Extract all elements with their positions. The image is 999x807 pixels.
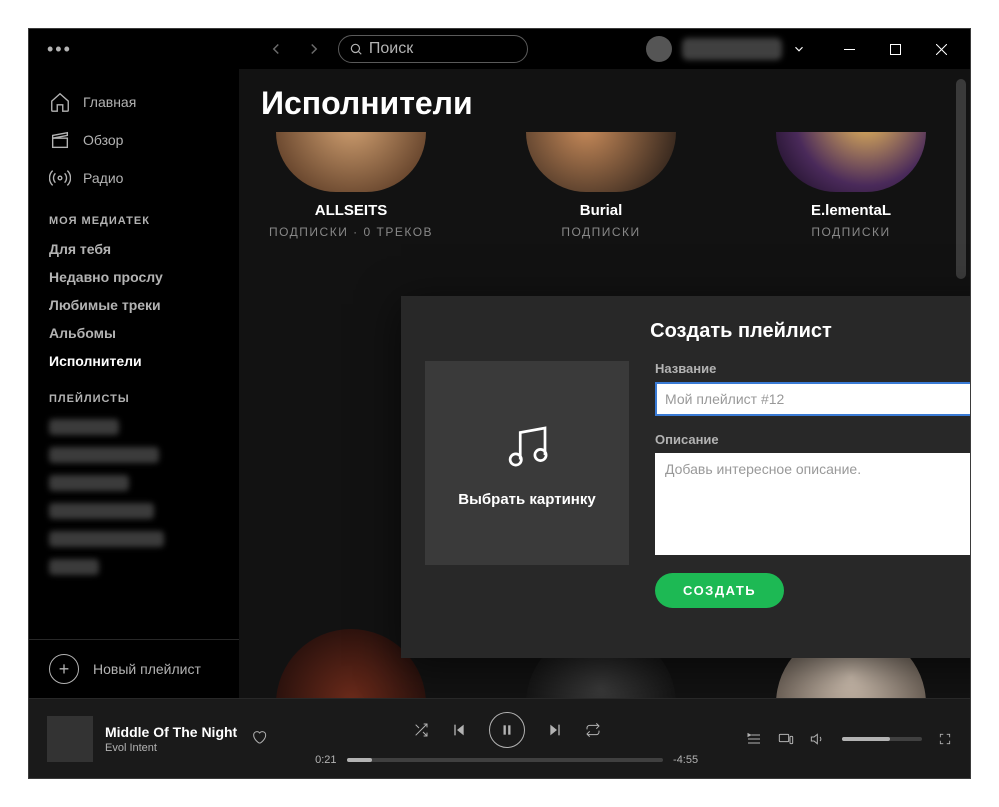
sidebar-item-radio[interactable]: Радио bbox=[29, 159, 239, 197]
next-button[interactable] bbox=[547, 722, 563, 738]
volume-button[interactable] bbox=[810, 731, 826, 747]
skip-back-icon bbox=[451, 722, 467, 738]
heart-icon bbox=[251, 729, 267, 745]
artist-name: E.lementaL bbox=[811, 202, 891, 219]
artist-card[interactable]: E.lementaL ПОДПИСКИ bbox=[761, 132, 941, 239]
track-title[interactable]: Middle Of The Night bbox=[105, 724, 237, 740]
description-label: Описание bbox=[655, 432, 970, 447]
seek-bar[interactable] bbox=[347, 758, 664, 762]
user-menu[interactable] bbox=[646, 36, 806, 62]
sidebar: Главная Обзор Радио МОЯ МЕДИАТЕК Для теб… bbox=[29, 69, 239, 698]
artist-card[interactable]: ALLSEITS ПОДПИСКИ · 0 ТРЕКОВ bbox=[261, 132, 441, 239]
scrollbar-thumb[interactable] bbox=[956, 79, 966, 279]
track-artist[interactable]: Evol Intent bbox=[105, 742, 237, 754]
app-menu-dots[interactable]: ••• bbox=[47, 39, 72, 60]
window-maximize-button[interactable] bbox=[872, 32, 918, 66]
playlist-item-blurred[interactable] bbox=[49, 447, 159, 463]
nav-forward-button[interactable] bbox=[300, 35, 328, 63]
avatar bbox=[646, 36, 672, 62]
artist-image bbox=[776, 132, 926, 192]
image-picker[interactable]: Выбрать картинку bbox=[425, 361, 629, 565]
shuffle-icon bbox=[413, 722, 429, 738]
playlist-item-blurred[interactable] bbox=[49, 419, 119, 435]
image-picker-label: Выбрать картинку bbox=[458, 491, 595, 508]
sidebar-item-home[interactable]: Главная bbox=[29, 83, 239, 121]
artist-subtitle: ПОДПИСКИ · 0 ТРЕКОВ bbox=[269, 225, 433, 239]
skip-forward-icon bbox=[547, 722, 563, 738]
window-minimize-button[interactable] bbox=[826, 32, 872, 66]
playlist-item-blurred[interactable] bbox=[49, 531, 164, 547]
home-icon bbox=[49, 91, 71, 113]
music-note-icon bbox=[500, 419, 554, 473]
library-item-for-you[interactable]: Для тебя bbox=[29, 235, 239, 263]
browse-icon bbox=[49, 129, 71, 151]
search-icon bbox=[349, 42, 363, 56]
remaining-time: -4:55 bbox=[673, 754, 698, 766]
create-button[interactable]: СОЗДАТЬ bbox=[655, 573, 784, 608]
playlist-description-input[interactable] bbox=[655, 453, 970, 555]
playlist-name-input[interactable] bbox=[655, 382, 970, 416]
artist-image bbox=[526, 132, 676, 192]
artist-name: ALLSEITS bbox=[315, 202, 388, 219]
artist-name: Burial bbox=[580, 202, 623, 219]
nav-label: Радио bbox=[83, 170, 123, 186]
playlist-item-blurred[interactable] bbox=[49, 503, 154, 519]
artist-subtitle: ПОДПИСКИ bbox=[811, 225, 890, 239]
nav-back-button[interactable] bbox=[262, 35, 290, 63]
like-button[interactable] bbox=[251, 729, 267, 748]
library-section-title: МОЯ МЕДИАТЕК bbox=[29, 197, 239, 235]
repeat-icon bbox=[585, 722, 601, 738]
playlists-section-title: ПЛЕЙЛИСТЫ bbox=[29, 375, 239, 413]
elapsed-time: 0:21 bbox=[315, 754, 336, 766]
search-input[interactable]: Поиск bbox=[338, 35, 528, 63]
search-placeholder: Поиск bbox=[369, 40, 413, 58]
new-playlist-button[interactable]: + Новый плейлист bbox=[29, 640, 239, 698]
repeat-button[interactable] bbox=[585, 722, 601, 738]
player-bar: Middle Of The Night Evol Intent bbox=[29, 698, 970, 778]
modal-title: Создать плейлист bbox=[425, 320, 970, 343]
previous-button[interactable] bbox=[451, 722, 467, 738]
pause-icon bbox=[500, 723, 514, 737]
expand-icon bbox=[938, 732, 952, 746]
username-blurred bbox=[682, 38, 782, 60]
queue-button[interactable] bbox=[746, 731, 762, 747]
artist-image bbox=[276, 132, 426, 192]
nav-label: Обзор bbox=[83, 132, 123, 148]
page-title: Исполнители bbox=[261, 85, 970, 122]
artist-card[interactable]: Burial ПОДПИСКИ bbox=[511, 132, 691, 239]
library-item-recent[interactable]: Недавно прослу bbox=[29, 263, 239, 291]
playlist-item-blurred[interactable] bbox=[49, 559, 99, 575]
name-label: Название bbox=[655, 361, 970, 376]
new-playlist-label: Новый плейлист bbox=[93, 661, 201, 677]
window-close-button[interactable] bbox=[918, 32, 964, 66]
play-pause-button[interactable] bbox=[489, 712, 525, 748]
library-item-artists[interactable]: Исполнители bbox=[29, 347, 239, 375]
radio-icon bbox=[49, 167, 71, 189]
sidebar-item-browse[interactable]: Обзор bbox=[29, 121, 239, 159]
shuffle-button[interactable] bbox=[413, 722, 429, 738]
devices-button[interactable] bbox=[778, 731, 794, 747]
titlebar: ••• Поиск bbox=[29, 29, 970, 69]
volume-slider[interactable] bbox=[842, 737, 922, 741]
create-playlist-modal: Создать плейлист Выбрать картинку Назван… bbox=[401, 296, 970, 658]
track-thumbnail[interactable] bbox=[47, 716, 93, 762]
speaker-icon bbox=[810, 731, 826, 747]
chevron-down-icon bbox=[792, 42, 806, 56]
main-content: Исполнители ALLSEITS ПОДПИСКИ · 0 ТРЕКОВ… bbox=[239, 69, 970, 698]
library-item-liked[interactable]: Любимые треки bbox=[29, 291, 239, 319]
plus-icon: + bbox=[49, 654, 79, 684]
artist-subtitle: ПОДПИСКИ bbox=[561, 225, 640, 239]
library-item-albums[interactable]: Альбомы bbox=[29, 319, 239, 347]
devices-icon bbox=[778, 731, 794, 747]
fullscreen-button[interactable] bbox=[938, 732, 952, 746]
playlist-item-blurred[interactable] bbox=[49, 475, 129, 491]
nav-label: Главная bbox=[83, 94, 136, 110]
queue-icon bbox=[746, 731, 762, 747]
